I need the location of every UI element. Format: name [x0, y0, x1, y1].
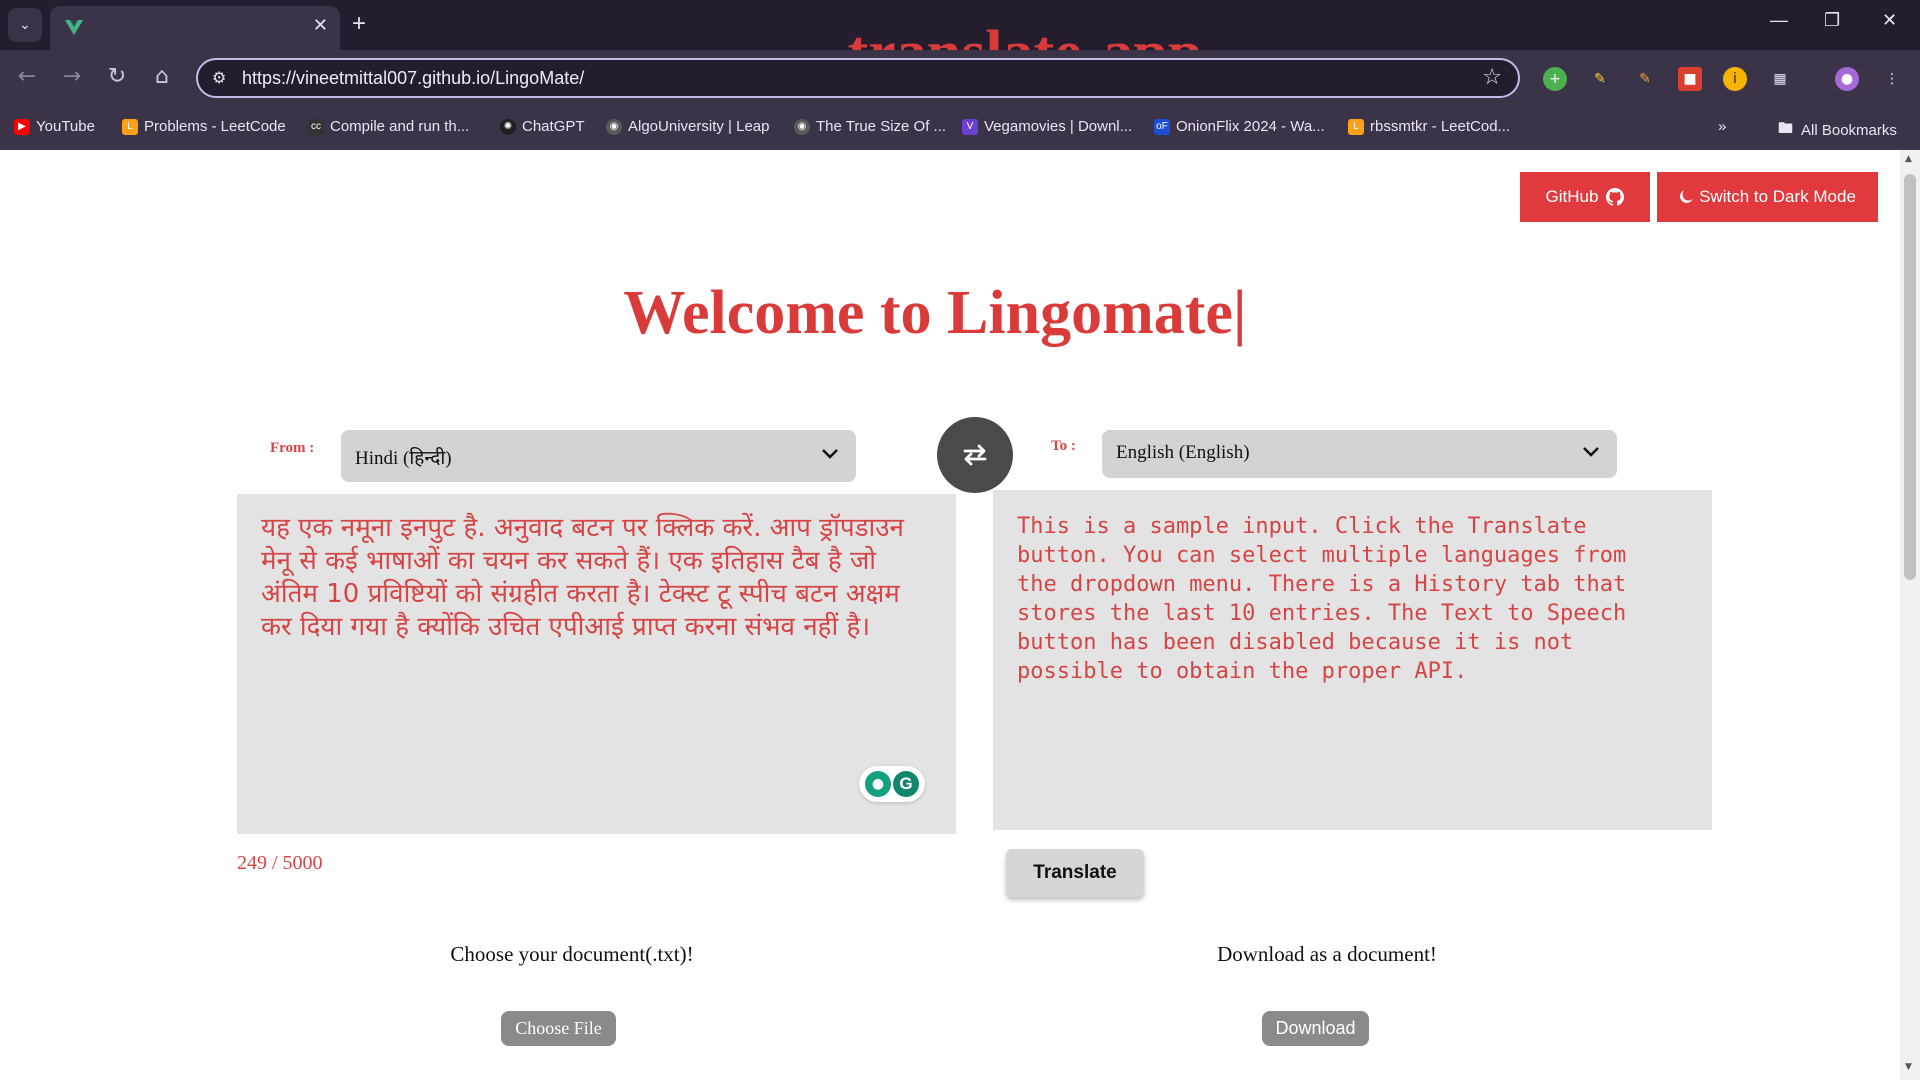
- swap-languages-button[interactable]: [937, 417, 1013, 493]
- bookmark-true-size[interactable]: ◉ The True Size Of ...: [794, 118, 946, 135]
- youtube-icon: ▶: [14, 118, 30, 135]
- lightbulb-icon: ●: [865, 771, 891, 797]
- github-button[interactable]: GitHub: [1520, 172, 1650, 222]
- browser-tab-bar: ⌄ translate-app ✕ + — ❐ ✕: [0, 0, 1920, 87]
- cc-icon: cc: [308, 118, 324, 135]
- github-icon: [1606, 188, 1625, 206]
- scroll-down-icon[interactable]: ▼: [1905, 1062, 1912, 1072]
- vegamovies-icon: V: [962, 118, 978, 135]
- restore-icon[interactable]: ❐: [1824, 10, 1840, 31]
- chevron-down-icon: [1583, 447, 1599, 457]
- bookmark-compile-run[interactable]: cc Compile and run th...: [308, 118, 469, 135]
- folder-icon: 🖿: [1778, 120, 1794, 137]
- highlighter-icon[interactable]: ✎: [1588, 67, 1612, 91]
- globe-icon: ◉: [606, 118, 622, 135]
- leetcode-icon: L: [122, 118, 138, 135]
- choose-file-button[interactable]: Choose File: [501, 1011, 616, 1046]
- scrollbar-thumb[interactable]: [1904, 174, 1916, 580]
- bookmark-star-icon[interactable]: ☆: [1482, 65, 1502, 90]
- to-language-value: English (English): [1116, 442, 1250, 463]
- bookmark-extension-icon[interactable]: ■: [1678, 67, 1702, 91]
- extension-plus-icon[interactable]: +: [1543, 67, 1567, 91]
- download-caption: Download as a document!: [1217, 942, 1437, 966]
- bookmark-leetcode-problems[interactable]: L Problems - LeetCode: [122, 118, 286, 135]
- from-language-select[interactable]: Hindi (हिन्दी): [341, 430, 856, 482]
- back-icon[interactable]: ←: [12, 64, 42, 89]
- more-bookmarks-icon[interactable]: »: [1718, 118, 1726, 135]
- dark-mode-toggle-button[interactable]: Switch to Dark Mode: [1657, 172, 1878, 222]
- moon-icon: [1680, 190, 1693, 203]
- site-info-icon[interactable]: ⚙: [212, 68, 226, 87]
- window-close-icon[interactable]: ✕: [1882, 10, 1897, 31]
- bookmark-youtube[interactable]: ▶ YouTube: [14, 118, 95, 135]
- home-icon[interactable]: ⌂: [147, 64, 177, 89]
- grammarly-icon: G: [893, 771, 919, 797]
- from-language-value: Hindi (हिन्दी): [355, 448, 452, 469]
- character-counter: 249 / 5000: [237, 852, 323, 874]
- browser-toolbar: ← → ↻ ⌂ ⚙ https://vineetmittal007.github…: [0, 50, 1920, 108]
- tab-close-icon[interactable]: ✕: [313, 15, 328, 36]
- tab-search-button[interactable]: ⌄: [8, 8, 42, 42]
- vue-logo-icon: [65, 20, 83, 35]
- onionflix-icon: oF: [1154, 118, 1170, 135]
- page-title: Welcome to Lingomate|: [623, 279, 1247, 347]
- grammarly-widget[interactable]: ● G: [859, 766, 925, 802]
- minimize-icon[interactable]: —: [1770, 10, 1788, 31]
- new-tab-button[interactable]: +: [352, 10, 366, 38]
- translate-button[interactable]: Translate: [1006, 849, 1144, 897]
- output-text-area[interactable]: This is a sample input. Click the Transl…: [993, 490, 1712, 830]
- leetcode-icon: L: [1348, 118, 1364, 135]
- browser-menu-icon[interactable]: ⋮: [1880, 67, 1904, 91]
- to-label: To :: [1051, 438, 1076, 454]
- all-bookmarks[interactable]: 🖿 All Bookmarks: [1778, 118, 1897, 143]
- swap-arrows-icon: [963, 444, 987, 466]
- info-extension-icon[interactable]: i: [1723, 67, 1747, 91]
- to-language-select[interactable]: English (English): [1102, 430, 1617, 478]
- profile-avatar-icon[interactable]: ●: [1835, 67, 1859, 91]
- chatgpt-icon: ✺: [500, 118, 516, 135]
- forward-icon[interactable]: →: [57, 64, 87, 89]
- bookmark-vegamovies[interactable]: V Vegamovies | Downl...: [962, 118, 1132, 135]
- from-label: From :: [270, 440, 315, 456]
- chevron-down-icon: ⌄: [19, 17, 31, 33]
- url-text: https://vineetmittal007.github.io/LingoM…: [242, 68, 585, 88]
- scroll-up-icon[interactable]: ▲: [1905, 154, 1912, 164]
- reload-icon[interactable]: ↻: [102, 64, 132, 89]
- page-content: GitHub Switch to Dark Mode Welcome to Li…: [0, 150, 1900, 1080]
- extensions-puzzle-icon[interactable]: ▦: [1768, 67, 1792, 91]
- browser-tab[interactable]: translate-app ✕: [50, 6, 1202, 87]
- bookmark-algouniversity[interactable]: ◉ AlgoUniversity | Leap: [606, 118, 769, 135]
- source-text: यह एक नमूना इनपुट है. अनुवाद बटन पर क्लि…: [261, 513, 904, 642]
- address-bar[interactable]: ⚙ https://vineetmittal007.github.io/Ling…: [196, 58, 1520, 98]
- bookmark-onionflix[interactable]: oF OnionFlix 2024 - Wa...: [1154, 118, 1325, 135]
- globe-icon: ◉: [794, 118, 810, 135]
- pen-icon[interactable]: ✎: [1633, 67, 1657, 91]
- download-button[interactable]: Download: [1262, 1011, 1369, 1046]
- chevron-down-icon: [822, 449, 838, 459]
- bookmark-chatgpt[interactable]: ✺ ChatGPT: [500, 118, 585, 135]
- translated-text: This is a sample input. Click the Transl…: [1017, 514, 1627, 684]
- source-text-area[interactable]: यह एक नमूना इनपुट है. अनुवाद बटन पर क्लि…: [237, 494, 956, 834]
- upload-caption: Choose your document(.txt)!: [450, 942, 694, 966]
- bookmarks-bar: ▶ YouTube L Problems - LeetCode cc Compile …: [0, 108, 1920, 150]
- page-scrollbar[interactable]: ▲ ▼: [1900, 150, 1920, 1080]
- bookmark-rbssmtkr-leetcode[interactable]: Lrbssmtkr - LeetCod...: [1348, 118, 1510, 135]
